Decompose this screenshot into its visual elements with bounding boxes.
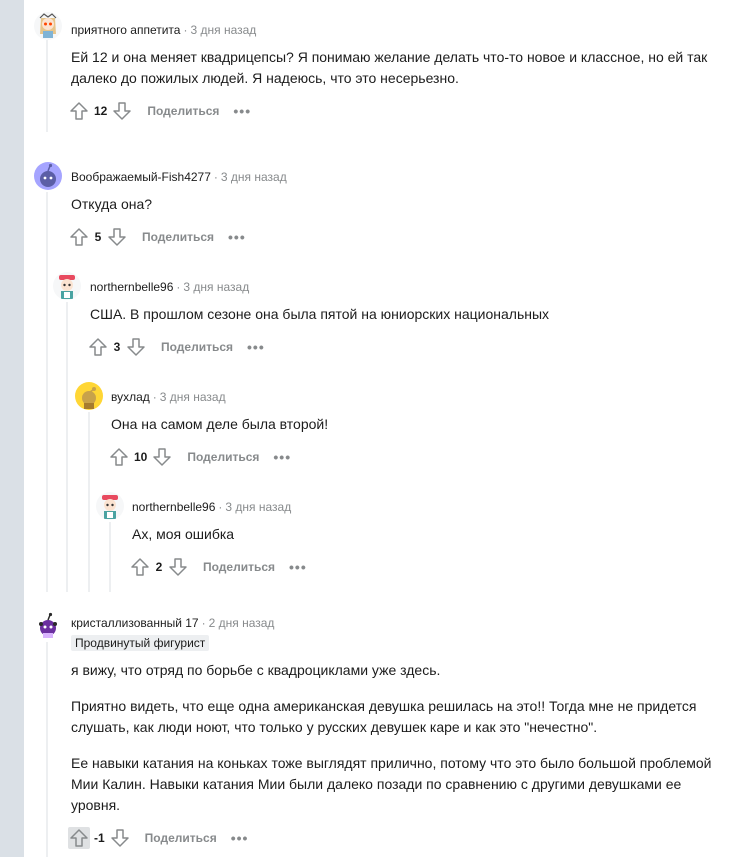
timestamp-link[interactable]: 3 дня назад bbox=[190, 23, 256, 37]
vote-count: 10 bbox=[134, 450, 148, 464]
comment-header: northernbelle96 · 3 дня назад bbox=[90, 280, 249, 294]
comment-body: Ей 12 и она меняет квадрицепсы? Я понима… bbox=[71, 49, 708, 86]
share-button[interactable]: Поделиться bbox=[187, 450, 259, 464]
comment-actions: 2 Поделиться ••• bbox=[129, 555, 307, 579]
timestamp-link[interactable]: 3 дня назад bbox=[183, 280, 249, 294]
separator-dot: · bbox=[218, 500, 223, 514]
separator-dot: · bbox=[176, 280, 181, 294]
username-link[interactable]: приятного аппетита bbox=[71, 23, 180, 37]
comment-header: приятного аппетита · 3 дня назад bbox=[71, 23, 256, 37]
avatar[interactable] bbox=[34, 12, 62, 40]
thread-line[interactable] bbox=[109, 522, 111, 592]
comment-paragraph: Ее навыки катания на коньках тоже выгляд… bbox=[71, 755, 712, 813]
comment-paragraph: Приятно видеть, что еще одна американска… bbox=[71, 698, 697, 735]
upvote-arrow-icon bbox=[70, 228, 88, 246]
timestamp-link[interactable]: 3 дня назад bbox=[160, 390, 226, 404]
upvote-arrow-icon bbox=[89, 338, 107, 356]
downvote-arrow-icon bbox=[127, 338, 145, 356]
vote-count: 12 bbox=[94, 104, 108, 118]
separator-dot: · bbox=[152, 390, 157, 404]
comment-header: кристаллизованный 17 · 2 дня назад bbox=[71, 616, 274, 630]
username-link[interactable]: вухлад bbox=[111, 390, 150, 404]
share-button[interactable]: Поделиться bbox=[147, 104, 219, 118]
upvote-button[interactable] bbox=[129, 556, 151, 578]
downvote-arrow-icon bbox=[169, 558, 187, 576]
thread-line[interactable] bbox=[46, 192, 48, 592]
upvote-button[interactable] bbox=[87, 336, 109, 358]
timestamp-link[interactable]: 3 дня назад bbox=[221, 170, 287, 184]
more-options-button[interactable]: ••• bbox=[289, 559, 307, 575]
upvote-arrow-icon bbox=[70, 829, 88, 847]
user-flair: Продвинутый фигурист bbox=[71, 635, 210, 651]
username-link[interactable]: Воображаемый-Fish4277 bbox=[71, 170, 211, 184]
share-button[interactable]: Поделиться bbox=[203, 560, 275, 574]
upvote-button[interactable] bbox=[68, 100, 90, 122]
downvote-button[interactable] bbox=[151, 446, 173, 468]
comment-body: Ах, моя ошибка bbox=[132, 526, 235, 542]
downvote-arrow-icon bbox=[113, 102, 132, 120]
downvote-button[interactable] bbox=[125, 336, 147, 358]
username-link[interactable]: northernbelle96 bbox=[90, 280, 173, 294]
separator-dot: · bbox=[213, 170, 218, 184]
upvote-arrow-icon bbox=[70, 102, 88, 120]
avatar[interactable] bbox=[34, 162, 62, 190]
comment-header: Воображаемый-Fish4277 · 3 дня назад bbox=[71, 170, 287, 184]
more-options-button[interactable]: ••• bbox=[273, 449, 291, 465]
more-options-button[interactable]: ••• bbox=[247, 339, 265, 355]
comment-actions: 10 Поделиться ••• bbox=[108, 445, 291, 469]
vote-count: 2 bbox=[155, 560, 163, 574]
comment-actions: 12 Поделиться ••• bbox=[68, 99, 251, 123]
more-options-button[interactable]: ••• bbox=[228, 229, 246, 245]
comment-body: Откуда она? bbox=[71, 196, 153, 212]
downvote-button[interactable] bbox=[109, 827, 131, 849]
username-link[interactable]: кристаллизованный 17 bbox=[71, 616, 199, 630]
comment-actions: -1 Поделиться ••• bbox=[68, 826, 248, 850]
separator-dot: · bbox=[183, 23, 188, 37]
downvote-button[interactable] bbox=[106, 226, 128, 248]
comment-actions: 3 Поделиться ••• bbox=[87, 335, 265, 359]
upvote-button[interactable] bbox=[108, 446, 130, 468]
more-options-button[interactable]: ••• bbox=[231, 830, 249, 846]
comment-header: northernbelle96 · 3 дня назад bbox=[132, 500, 291, 514]
thread-line[interactable] bbox=[46, 40, 48, 132]
share-button[interactable]: Поделиться bbox=[145, 831, 217, 845]
downvote-arrow-icon bbox=[108, 228, 126, 246]
comment-header: вухлад · 3 дня назад bbox=[111, 390, 226, 404]
comment-paragraph: я вижу, что отряд по борьбе с квадроцикл… bbox=[71, 662, 441, 678]
avatar[interactable] bbox=[75, 382, 103, 410]
downvote-button[interactable] bbox=[111, 100, 133, 122]
thread-line[interactable] bbox=[66, 302, 68, 592]
upvote-button[interactable] bbox=[68, 226, 90, 248]
avatar[interactable] bbox=[53, 272, 81, 300]
share-button[interactable]: Поделиться bbox=[142, 230, 214, 244]
username-link[interactable]: northernbelle96 bbox=[132, 500, 215, 514]
timestamp-link[interactable]: 2 дня назад bbox=[209, 616, 275, 630]
upvote-arrow-icon bbox=[110, 448, 128, 466]
upvote-arrow-icon bbox=[131, 558, 149, 576]
downvote-arrow-icon bbox=[153, 448, 172, 466]
more-options-button[interactable]: ••• bbox=[233, 103, 251, 119]
share-button[interactable]: Поделиться bbox=[161, 340, 233, 354]
comment-actions: 5 Поделиться ••• bbox=[68, 225, 246, 249]
vote-count: 3 bbox=[113, 340, 121, 354]
avatar[interactable] bbox=[34, 612, 62, 640]
avatar[interactable] bbox=[96, 492, 124, 520]
comment-body: Она на самом деле была второй! bbox=[111, 416, 329, 432]
downvote-button[interactable] bbox=[167, 556, 189, 578]
comment-body: США. В прошлом сезоне она была пятой на … bbox=[90, 306, 550, 322]
downvote-arrow-icon bbox=[110, 829, 129, 847]
page-side-band bbox=[0, 0, 24, 857]
vote-count: 5 bbox=[94, 230, 102, 244]
thread-line[interactable] bbox=[46, 642, 48, 857]
upvote-button[interactable] bbox=[68, 827, 90, 849]
thread-line[interactable] bbox=[88, 412, 90, 592]
separator-dot: · bbox=[201, 616, 206, 630]
timestamp-link[interactable]: 3 дня назад bbox=[225, 500, 291, 514]
vote-count: -1 bbox=[94, 831, 105, 845]
